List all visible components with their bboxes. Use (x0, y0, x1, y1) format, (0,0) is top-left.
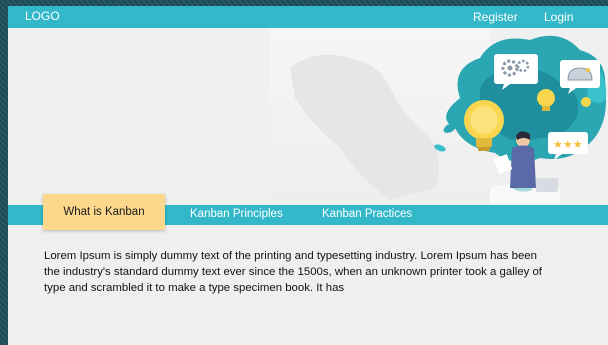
hero-banner: ★★★ (8, 28, 608, 204)
page-frame: LOGO Register Login ★★★ Kanban Principle… (8, 6, 608, 345)
logo[interactable]: LOGO (25, 9, 60, 23)
register-link[interactable]: Register (473, 10, 518, 24)
tab-kanban-practices[interactable]: Kanban Practices (322, 208, 412, 220)
content-paragraph: Lorem Ipsum is simply dummy text of the … (44, 250, 542, 294)
tab-what-is-kanban[interactable]: What is Kanban (43, 194, 165, 230)
login-link[interactable]: Login (544, 10, 573, 24)
top-navbar: LOGO Register Login (8, 6, 608, 28)
tab-kanban-principles[interactable]: Kanban Principles (190, 208, 283, 220)
svg-text:★★★: ★★★ (553, 138, 583, 151)
kanban-illustration: ★★★ (420, 28, 608, 204)
